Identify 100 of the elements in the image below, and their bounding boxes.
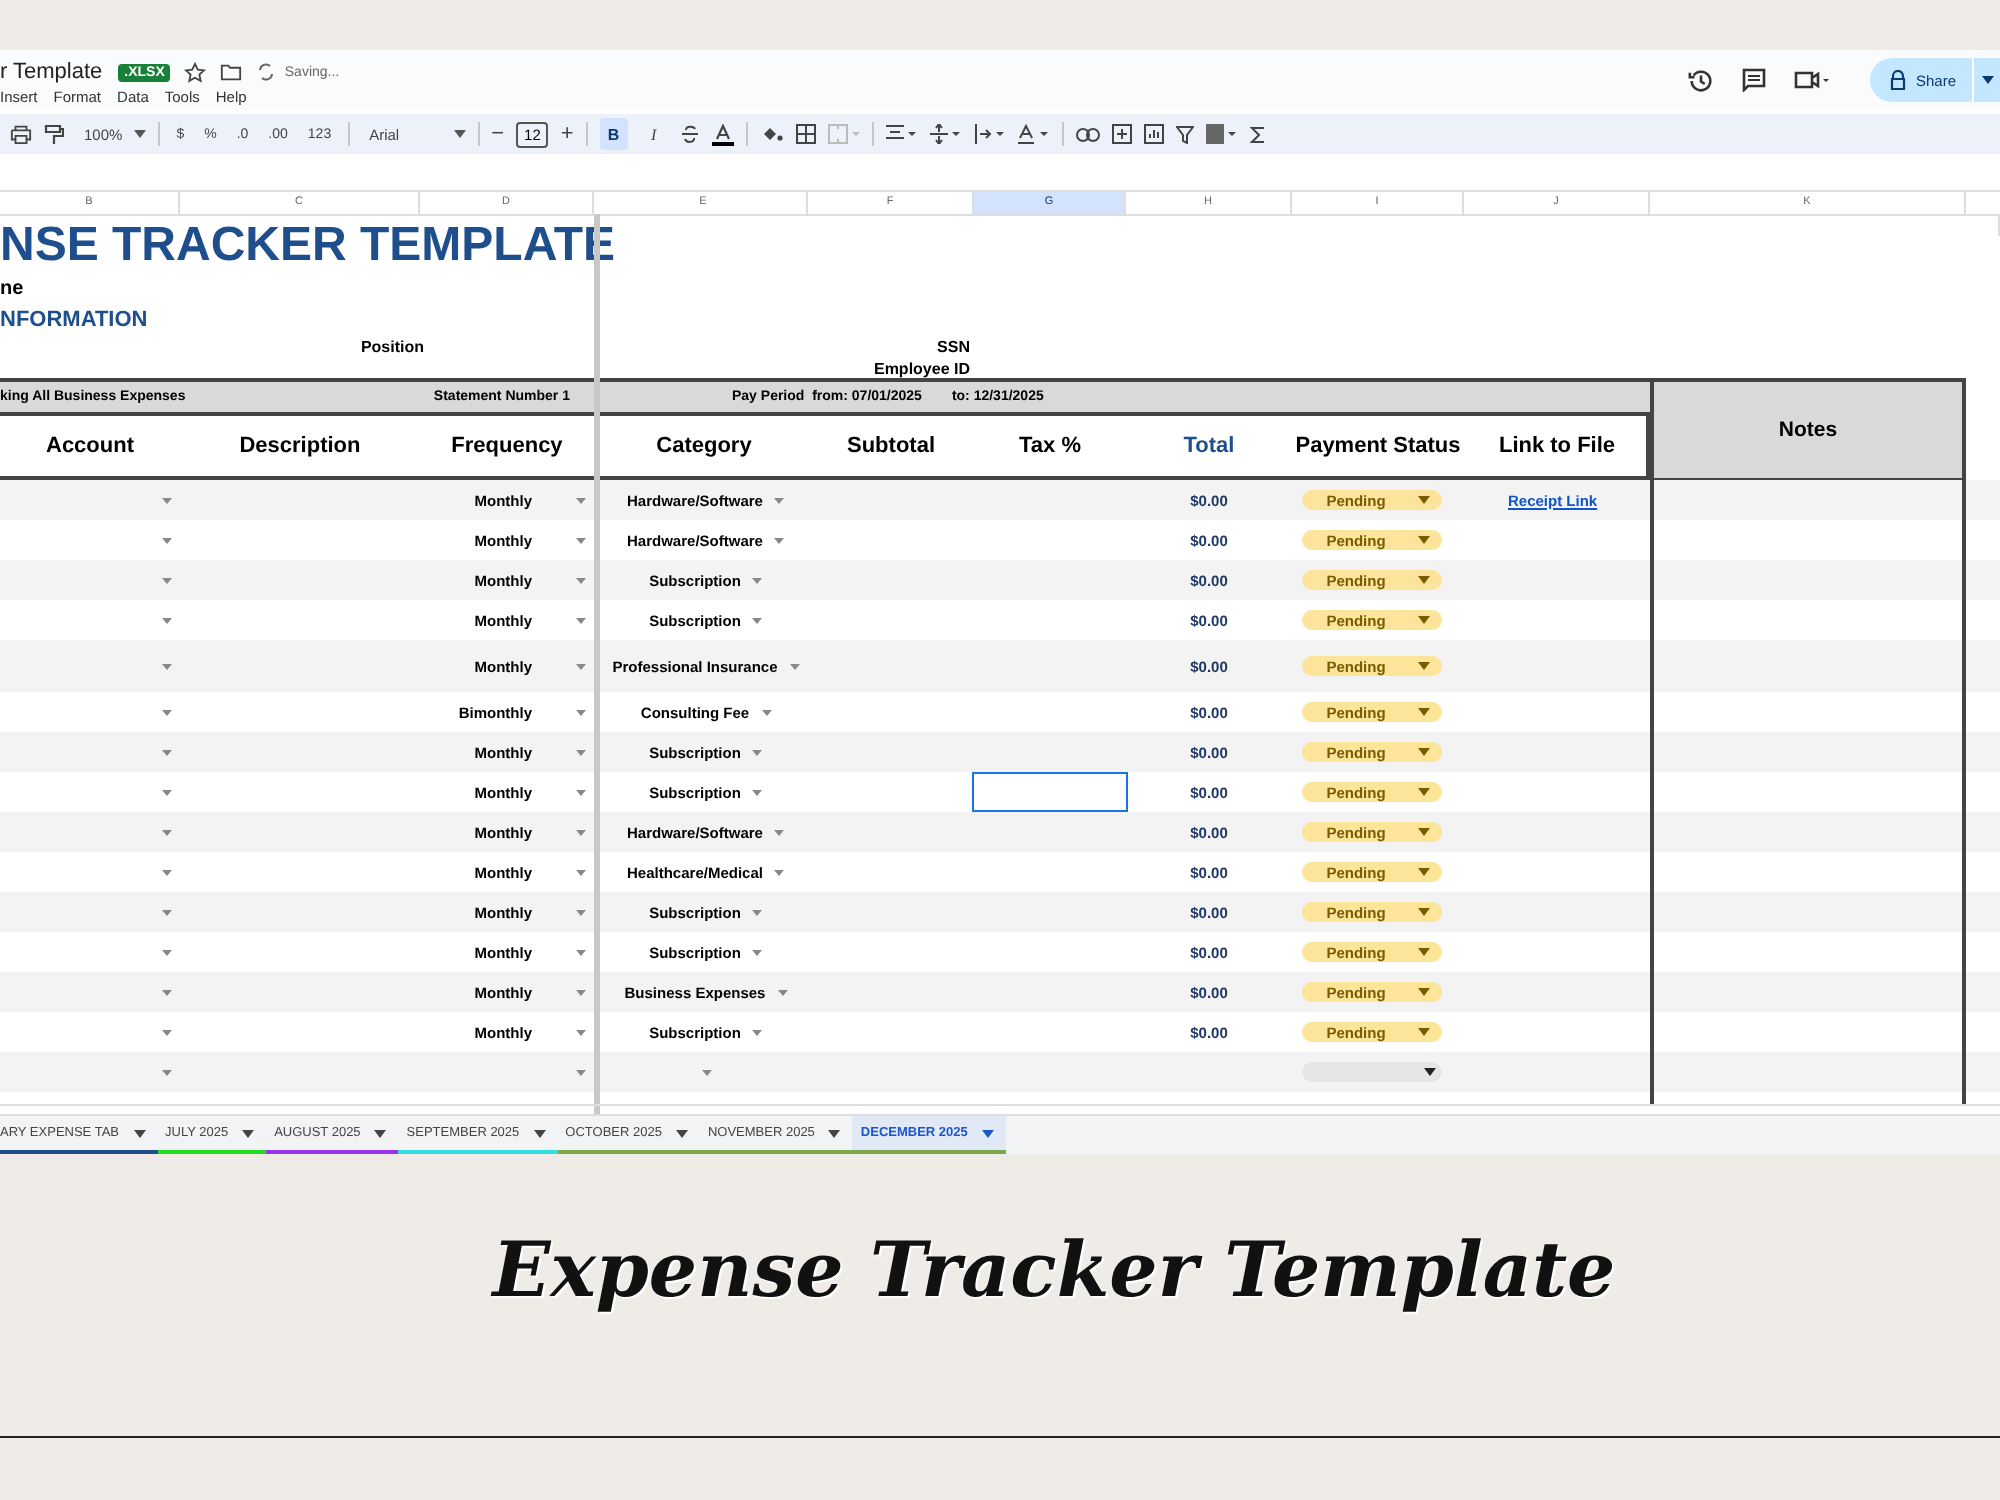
borders-icon[interactable] xyxy=(795,124,816,144)
caret-icon xyxy=(1417,828,1430,836)
dropdown-caret-icon[interactable] xyxy=(774,869,785,875)
video-call-icon[interactable] xyxy=(1793,70,1830,90)
insert-comment-icon[interactable] xyxy=(1111,124,1132,144)
caret-icon xyxy=(1417,908,1430,916)
selected-cell[interactable] xyxy=(972,772,1128,812)
section-heading: NFORMATION xyxy=(0,307,150,331)
column-title: Tax % xyxy=(1017,434,1083,458)
dropdown-caret-icon[interactable] xyxy=(576,709,586,715)
merge-cells-icon[interactable] xyxy=(827,124,860,144)
dropdown-caret-icon[interactable] xyxy=(789,663,800,669)
caret-icon xyxy=(1417,788,1430,796)
filter-views-icon[interactable] xyxy=(1205,124,1238,144)
dropdown-caret-icon[interactable] xyxy=(774,537,785,543)
dropdown-caret-icon[interactable] xyxy=(162,663,172,669)
caret-icon xyxy=(1417,948,1430,956)
dropdown-caret-icon[interactable] xyxy=(162,1069,172,1075)
caret-icon xyxy=(675,1129,688,1137)
vertical-align-icon[interactable] xyxy=(929,124,962,144)
document-title[interactable]: r Template xyxy=(0,60,103,84)
dropdown-caret-icon[interactable] xyxy=(576,989,586,995)
fill-color-icon[interactable] xyxy=(759,124,784,144)
dropdown-caret-icon[interactable] xyxy=(162,989,172,995)
print-icon[interactable] xyxy=(10,124,32,144)
dropdown-caret-icon[interactable] xyxy=(774,497,785,503)
paint-format-icon[interactable] xyxy=(44,123,64,145)
dropdown-caret-icon[interactable] xyxy=(162,869,172,875)
dropdown-caret-icon[interactable] xyxy=(752,949,763,955)
dropdown-caret-icon[interactable] xyxy=(576,1069,586,1075)
decrease-font-size-button[interactable]: − xyxy=(491,122,505,146)
dropdown-caret-icon[interactable] xyxy=(752,617,763,623)
sync-icon xyxy=(256,62,277,82)
caret-icon xyxy=(1417,748,1430,756)
dropdown-caret-icon[interactable] xyxy=(752,749,763,755)
dropdown-caret-icon[interactable] xyxy=(576,789,586,795)
dropdown-caret-icon[interactable] xyxy=(162,1029,172,1035)
dropdown-caret-icon[interactable] xyxy=(162,829,172,835)
text-wrap-icon[interactable] xyxy=(973,124,1006,144)
text-style-button[interactable]: B xyxy=(599,118,628,150)
link-icon[interactable] xyxy=(1075,127,1100,141)
dropdown-caret-icon[interactable] xyxy=(761,709,772,715)
caret-icon xyxy=(1424,1068,1436,1076)
column-title: Category xyxy=(654,434,754,458)
dropdown-caret-icon[interactable] xyxy=(752,577,763,583)
star-icon[interactable] xyxy=(184,61,207,83)
dropdown-caret-icon[interactable] xyxy=(162,537,172,543)
functions-icon[interactable] xyxy=(1249,125,1266,143)
caret-icon xyxy=(453,130,466,138)
dropdown-caret-icon[interactable] xyxy=(701,1069,711,1075)
history-icon[interactable] xyxy=(1687,67,1714,93)
column-title: Payment Status xyxy=(1293,434,1463,458)
column-title: Frequency xyxy=(449,434,565,458)
dropdown-caret-icon[interactable] xyxy=(576,909,586,915)
dropdown-caret-icon[interactable] xyxy=(576,949,586,955)
dropdown-caret-icon[interactable] xyxy=(576,537,586,543)
caret-icon xyxy=(1981,76,1993,84)
chart-icon[interactable] xyxy=(1143,124,1164,144)
dropdown-caret-icon[interactable] xyxy=(576,617,586,623)
column-title: Account xyxy=(44,434,136,458)
dropdown-caret-icon[interactable] xyxy=(576,749,586,755)
column-title: Description xyxy=(237,434,363,458)
caret-icon xyxy=(1417,496,1430,504)
dropdown-caret-icon[interactable] xyxy=(162,577,172,583)
dropdown-caret-icon[interactable] xyxy=(576,829,586,835)
dropdown-caret-icon[interactable] xyxy=(774,829,785,835)
dropdown-caret-icon[interactable] xyxy=(777,989,788,995)
dropdown-caret-icon[interactable] xyxy=(576,577,586,583)
column-title: Subtotal xyxy=(845,434,937,458)
caret-icon xyxy=(1417,1028,1430,1036)
column-title: Link to File xyxy=(1496,434,1618,458)
text-style-button[interactable]: I xyxy=(639,118,668,150)
caret-icon xyxy=(1417,616,1430,624)
text-rotation-icon[interactable] xyxy=(1017,124,1050,144)
dropdown-caret-icon[interactable] xyxy=(162,789,172,795)
dropdown-caret-icon[interactable] xyxy=(162,709,172,715)
dropdown-caret-icon[interactable] xyxy=(162,749,172,755)
text-color-icon[interactable] xyxy=(711,123,734,145)
dropdown-caret-icon[interactable] xyxy=(162,909,172,915)
dropdown-caret-icon[interactable] xyxy=(576,869,586,875)
share-menu-button[interactable] xyxy=(1974,58,2000,102)
dropdown-caret-icon[interactable] xyxy=(162,617,172,623)
folder-icon[interactable] xyxy=(220,62,243,82)
filter-icon[interactable] xyxy=(1175,125,1194,143)
dropdown-caret-icon[interactable] xyxy=(162,497,172,503)
increase-font-size-button[interactable]: + xyxy=(560,122,574,146)
dropdown-caret-icon[interactable] xyxy=(752,909,763,915)
comment-icon[interactable] xyxy=(1741,68,1766,92)
caret-icon xyxy=(981,1129,994,1137)
dropdown-caret-icon[interactable] xyxy=(576,497,586,503)
dropdown-caret-icon[interactable] xyxy=(576,1029,586,1035)
dropdown-caret-icon[interactable] xyxy=(576,663,586,669)
align-icon[interactable] xyxy=(885,124,918,144)
caret-icon xyxy=(828,1129,841,1137)
strikethrough-icon[interactable] xyxy=(679,124,700,144)
dropdown-caret-icon[interactable] xyxy=(162,949,172,955)
position-label: Position xyxy=(360,337,424,355)
dropdown-caret-icon[interactable] xyxy=(752,789,763,795)
dropdown-caret-icon[interactable] xyxy=(752,1029,763,1035)
caret-icon xyxy=(1417,988,1430,996)
